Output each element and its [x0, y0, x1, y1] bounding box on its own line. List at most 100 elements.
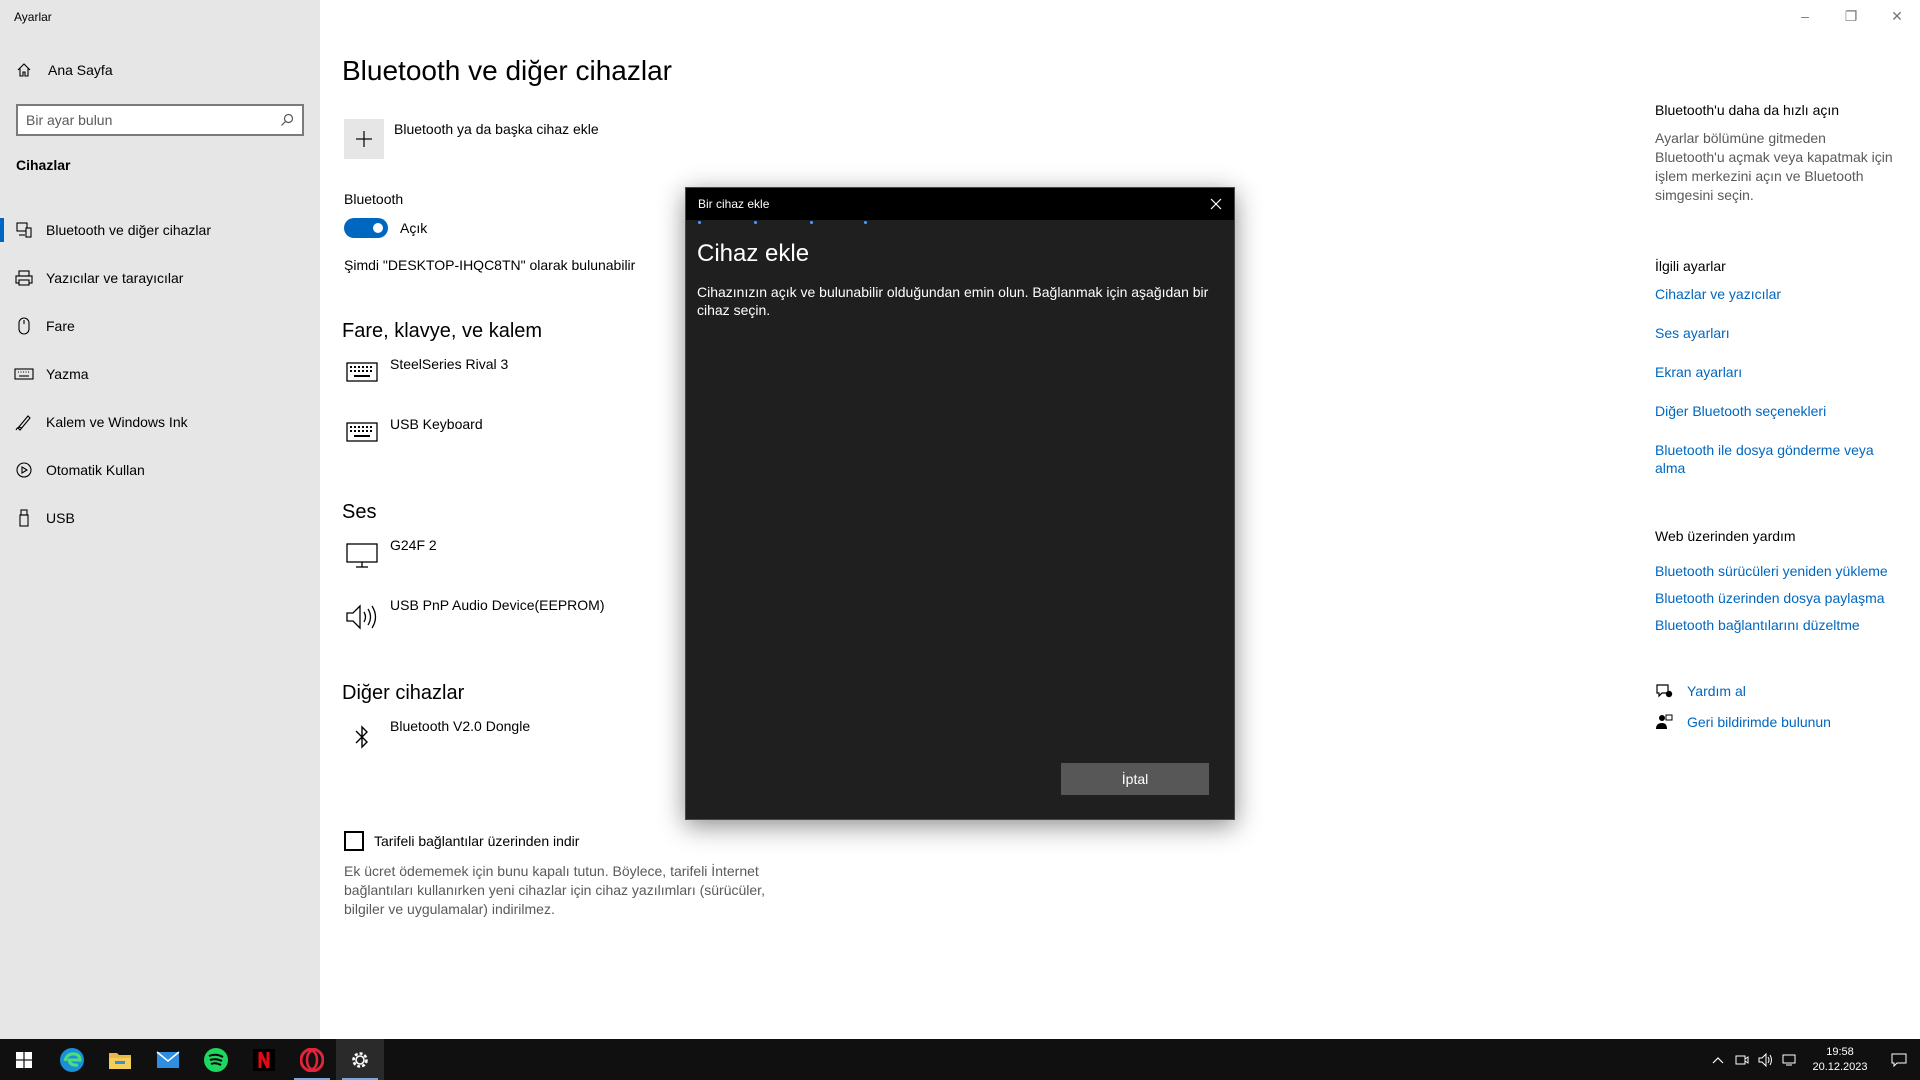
- group-title-audio: Ses: [342, 501, 377, 523]
- home-label: Ana Sayfa: [48, 62, 113, 78]
- quick-text: Ayarlar bölümüne gitmeden Bluetooth'u aç…: [1655, 130, 1893, 203]
- taskbar-netflix[interactable]: [240, 1039, 288, 1080]
- device-item[interactable]: SteelSeries Rival 3: [344, 356, 508, 392]
- restore-button[interactable]: ❐: [1828, 0, 1874, 32]
- volume-icon[interactable]: [1754, 1039, 1778, 1080]
- section-label: Cihazlar: [16, 157, 71, 173]
- sidebar-item-label: Kalem ve Windows Ink: [46, 414, 188, 430]
- discoverable-text: Şimdi "DESKTOP-IHQC8TN" olarak bulunabil…: [344, 257, 636, 273]
- sidebar-item-usb[interactable]: USB: [0, 494, 320, 542]
- quick-title: Bluetooth'u daha da hızlı açın: [1655, 102, 1840, 118]
- taskbar-edge[interactable]: [48, 1039, 96, 1080]
- app-title: Ayarlar: [14, 10, 52, 24]
- taskbar-spotify[interactable]: [192, 1039, 240, 1080]
- device-item[interactable]: USB Keyboard: [344, 416, 483, 452]
- group-title-input: Fare, klavye, ve kalem: [342, 320, 543, 342]
- device-item[interactable]: USB PnP Audio Device(EEPROM): [344, 597, 605, 633]
- device-item[interactable]: Bluetooth V2.0 Dongle: [344, 718, 530, 754]
- search-placeholder: Bir ayar bulun: [26, 112, 113, 128]
- close-icon[interactable]: [1210, 198, 1222, 210]
- dialog-heading: Cihaz ekle: [697, 240, 810, 267]
- metered-checkbox[interactable]: [344, 831, 364, 851]
- sidebar-item-bluetooth[interactable]: Bluetooth ve diğer cihazlar: [0, 206, 320, 254]
- metered-label: Tarifeli bağlantılar üzerinden indir: [374, 833, 580, 849]
- link-devices-printers[interactable]: Cihazlar ve yazıcılar: [1655, 285, 1895, 303]
- cancel-button[interactable]: İptal: [1061, 763, 1209, 795]
- clock[interactable]: 19:58 20.12.2023: [1802, 1045, 1878, 1075]
- get-help-link[interactable]: Yardım al: [1655, 682, 1746, 700]
- keyboard-icon: [14, 368, 34, 380]
- sidebar-item-autoplay[interactable]: Otomatik Kullan: [0, 446, 320, 494]
- mail-icon: [156, 1050, 180, 1068]
- monitor-icon: [344, 537, 380, 573]
- keyboard-icon: [344, 356, 380, 392]
- sidebar-nav: Bluetooth ve diğer cihazlar Yazıcılar ve…: [0, 206, 320, 542]
- dialog-title: Bir cihaz ekle: [698, 197, 770, 211]
- bluetooth-icon: [344, 718, 380, 754]
- sidebar-item-label: Yazma: [46, 366, 89, 382]
- dialog-description: Cihazınızın açık ve bulunabilir olduğund…: [697, 284, 1209, 318]
- bluetooth-label: Bluetooth: [344, 191, 404, 207]
- taskbar-settings[interactable]: [336, 1039, 384, 1080]
- mouse-icon: [18, 317, 30, 335]
- device-name: G24F 2: [390, 537, 437, 553]
- camera-icon[interactable]: [1730, 1039, 1754, 1080]
- window-controls: – ❐ ✕: [1782, 0, 1920, 32]
- notification-icon[interactable]: [1878, 1039, 1920, 1080]
- usb-icon: [19, 509, 29, 527]
- pen-icon: [15, 415, 31, 431]
- taskbar-file-explorer[interactable]: [96, 1039, 144, 1080]
- home-icon: [17, 63, 31, 77]
- related-title: İlgili ayarlar: [1655, 258, 1726, 274]
- feedback-link[interactable]: Geri bildirimde bulunun: [1655, 713, 1831, 731]
- start-button[interactable]: [0, 1039, 48, 1080]
- link-reinstall-drivers[interactable]: Bluetooth sürücüleri yeniden yükleme: [1655, 562, 1895, 580]
- help-chat-icon: [1656, 684, 1673, 698]
- sidebar-item-label: Bluetooth ve diğer cihazlar: [46, 222, 211, 238]
- page-title: Bluetooth ve diğer cihazlar: [342, 55, 672, 86]
- printer-icon: [15, 270, 33, 286]
- clock-date: 20.12.2023: [1812, 1060, 1868, 1073]
- metered-download-checkbox-row[interactable]: Tarifeli bağlantılar üzerinden indir: [344, 831, 579, 851]
- opera-icon: [300, 1047, 324, 1072]
- sidebar-item-label: USB: [46, 510, 75, 526]
- link-display-settings[interactable]: Ekran ayarları: [1655, 363, 1895, 381]
- search-icon: [281, 113, 294, 126]
- link-fix-connections[interactable]: Bluetooth bağlantılarını düzeltme: [1655, 616, 1895, 634]
- sidebar-item-label: Fare: [46, 318, 75, 334]
- bluetooth-toggle-row: Açık: [344, 218, 427, 238]
- get-help-label: Yardım al: [1687, 683, 1746, 699]
- link-bluetooth-file-transfer[interactable]: Bluetooth ile dosya gönderme veya alma: [1655, 441, 1895, 477]
- bluetooth-toggle[interactable]: [344, 218, 388, 238]
- netflix-icon: [253, 1048, 275, 1071]
- link-sound-settings[interactable]: Ses ayarları: [1655, 324, 1895, 342]
- close-window-button[interactable]: ✕: [1874, 0, 1920, 32]
- sidebar-item-typing[interactable]: Yazma: [0, 350, 320, 398]
- device-name: USB PnP Audio Device(EEPROM): [390, 597, 605, 613]
- metered-description: Ek ücret ödememek için bunu kapalı tutun…: [344, 863, 765, 917]
- network-icon[interactable]: [1778, 1039, 1802, 1080]
- gear-icon: [352, 1051, 368, 1068]
- web-help-title: Web üzerinden yardım: [1655, 528, 1796, 544]
- minimize-button[interactable]: –: [1782, 0, 1828, 32]
- progress-dots: [686, 221, 1236, 227]
- device-name: Bluetooth V2.0 Dongle: [390, 718, 531, 734]
- link-share-files[interactable]: Bluetooth üzerinden dosya paylaşma: [1655, 589, 1895, 607]
- home-nav[interactable]: Ana Sayfa: [16, 62, 113, 78]
- feedback-label: Geri bildirimde bulunun: [1687, 714, 1831, 730]
- device-item[interactable]: G24F 2: [344, 537, 437, 573]
- link-more-bluetooth[interactable]: Diğer Bluetooth seçenekleri: [1655, 402, 1895, 420]
- taskbar-opera[interactable]: [288, 1039, 336, 1080]
- bluetooth-devices-icon: [16, 222, 32, 238]
- device-name: SteelSeries Rival 3: [390, 356, 509, 372]
- sidebar-item-mouse[interactable]: Fare: [0, 302, 320, 350]
- sidebar-item-pen[interactable]: Kalem ve Windows Ink: [0, 398, 320, 446]
- keyboard-icon: [344, 416, 380, 452]
- chevron-up-icon[interactable]: [1706, 1039, 1730, 1080]
- clock-time: 19:58: [1826, 1045, 1854, 1058]
- settings-search-input[interactable]: Bir ayar bulun: [16, 104, 304, 136]
- sidebar-item-printers[interactable]: Yazıcılar ve tarayıcılar: [0, 254, 320, 302]
- taskbar-mail[interactable]: [144, 1039, 192, 1080]
- dialog-titlebar: Bir cihaz ekle: [686, 188, 1234, 220]
- add-device-button[interactable]: Bluetooth ya da başka cihaz ekle: [344, 119, 599, 159]
